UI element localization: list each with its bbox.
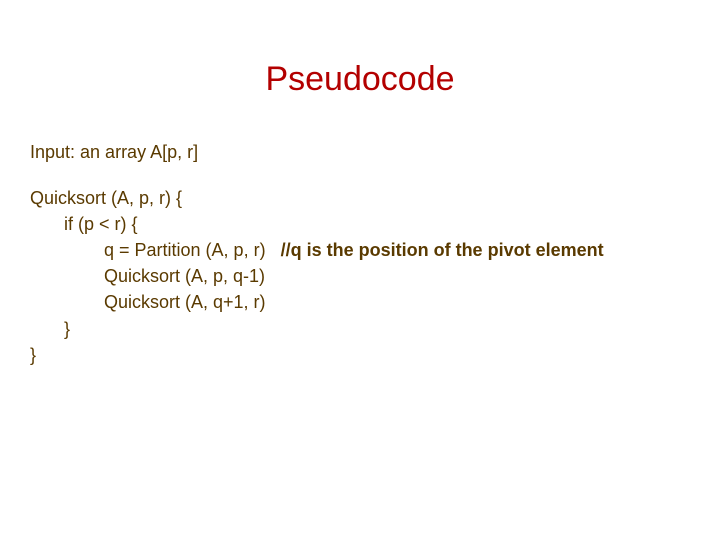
assign-line: q = Partition (A, p, r) //q is the posit… [104, 237, 690, 263]
func-signature: Quicksort (A, p, r) { [30, 185, 690, 211]
comment-text: //q is the position of the pivot element [281, 240, 604, 260]
input-line: Input: an array A[p, r] [30, 139, 690, 165]
close-brace-outer: } [30, 342, 690, 368]
slide: Pseudocode Input: an array A[p, r] Quick… [0, 0, 720, 540]
slide-body: Input: an array A[p, r] Quicksort (A, p,… [30, 139, 690, 368]
close-brace-inner: } [64, 316, 690, 342]
if-line: if (p < r) { [64, 211, 690, 237]
recursive-call-1: Quicksort (A, p, q-1) [104, 263, 690, 289]
assign-text: q = Partition (A, p, r) [104, 240, 266, 260]
slide-title: Pseudocode [30, 60, 690, 99]
recursive-call-2: Quicksort (A, q+1, r) [104, 289, 690, 315]
